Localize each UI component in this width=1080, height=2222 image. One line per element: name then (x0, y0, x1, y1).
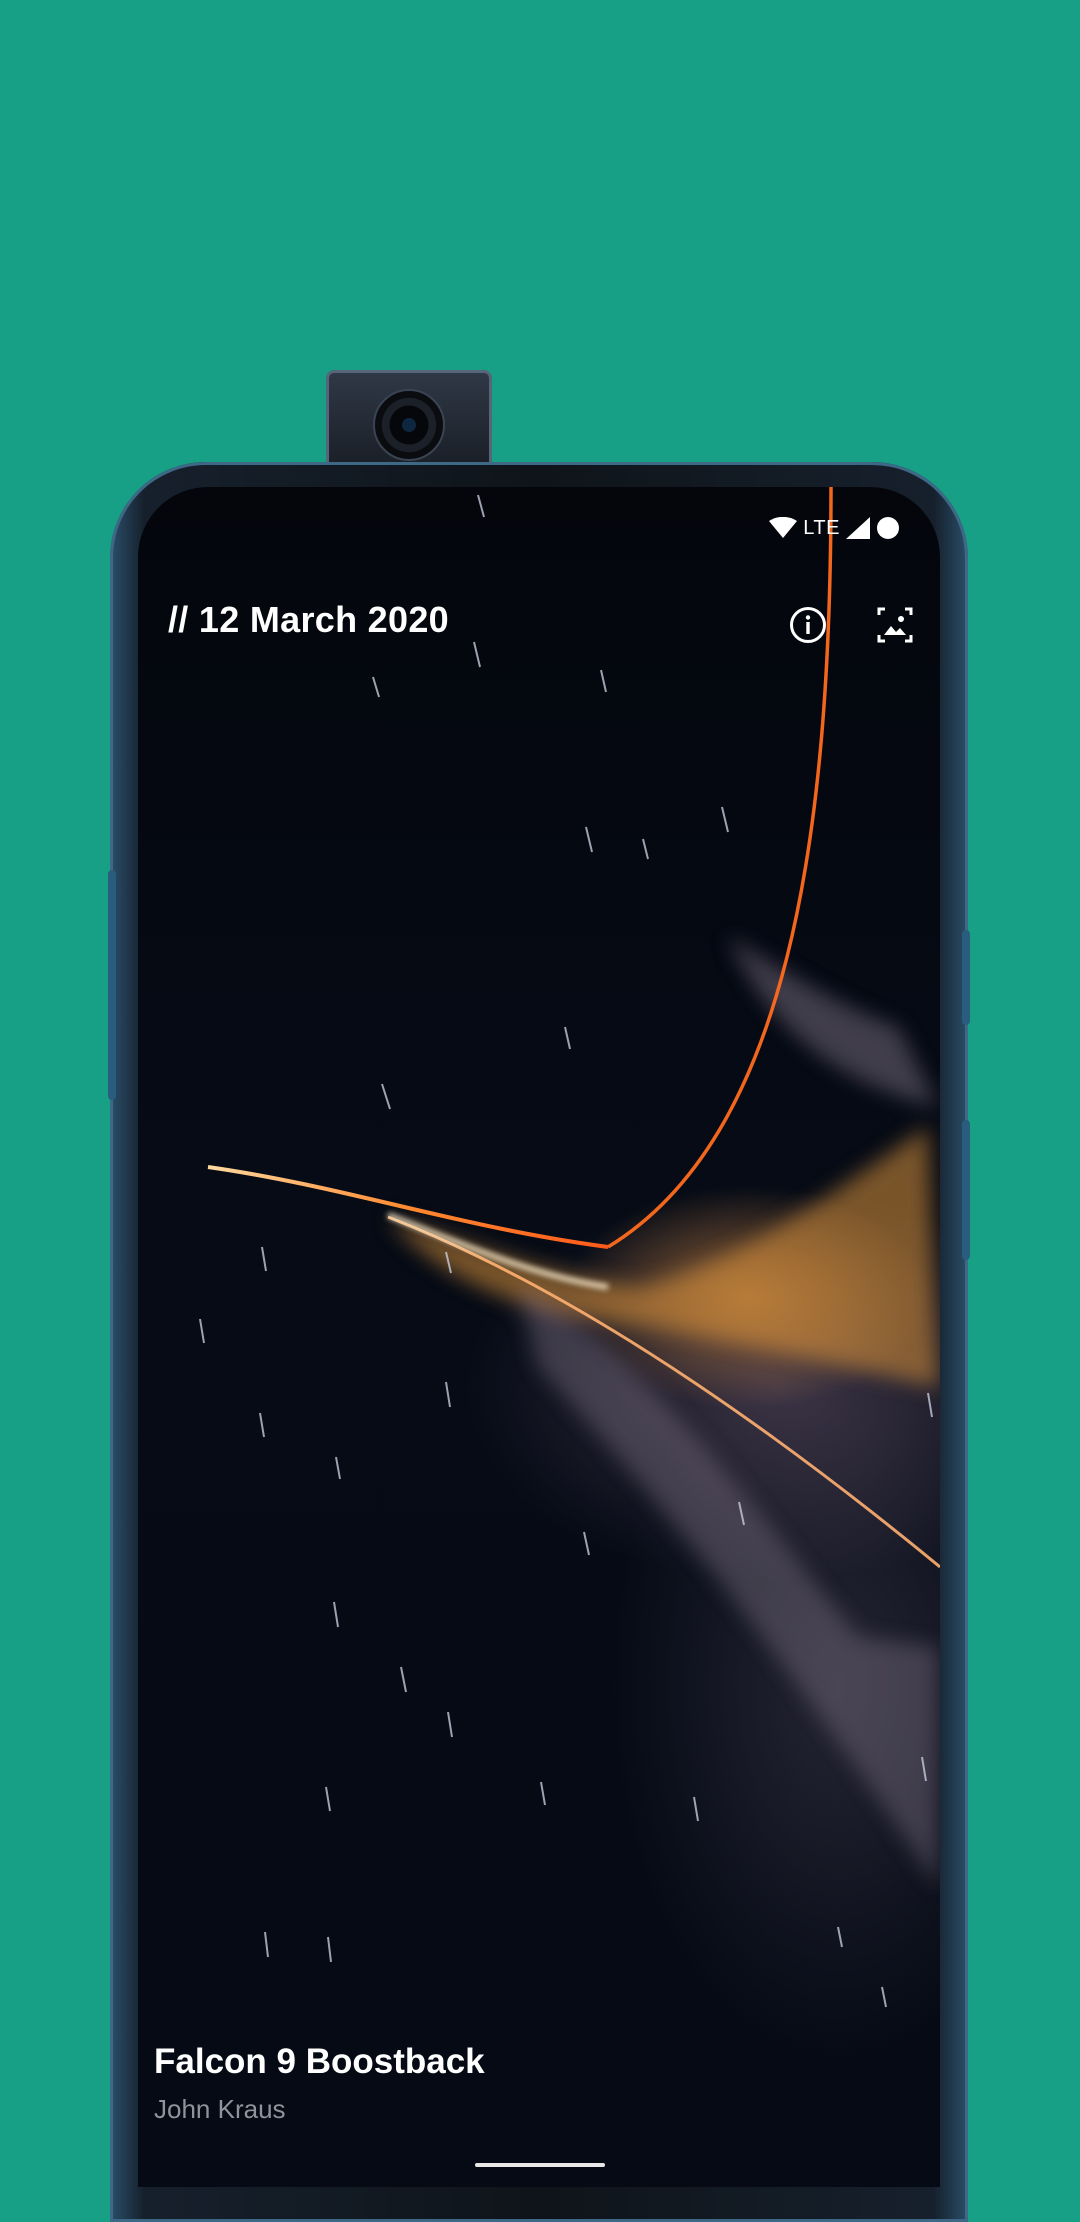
exhaust-plume (388, 937, 938, 1887)
date-title: // 12 March 2020 (168, 599, 449, 640)
network-type-label: LTE (803, 516, 840, 539)
side-button (962, 1120, 970, 1260)
phone-screen: LTE // 12 March 2020 Falcon 9 Boostback … (138, 487, 940, 2187)
home-indicator[interactable] (475, 2163, 605, 2167)
set-wallpaper-icon (877, 607, 913, 643)
info-button[interactable] (778, 595, 838, 655)
wallpaper-image (199, 487, 940, 2008)
volume-button (108, 870, 116, 1100)
status-bar: LTE (769, 513, 900, 543)
camera-lens (373, 389, 445, 461)
wallpaper-caption: Falcon 9 Boostback John Kraus (154, 2042, 485, 2125)
wallpaper-title: Falcon 9 Boostback (154, 2042, 485, 2081)
set-wallpaper-button[interactable] (865, 595, 925, 655)
info-icon (790, 607, 826, 643)
app-bar: // 12 March 2020 (138, 587, 940, 667)
wifi-icon (769, 517, 798, 538)
signal-icon (846, 517, 870, 539)
wallpaper-author: John Kraus (154, 2094, 286, 2124)
power-button (962, 930, 970, 1025)
popup-camera (326, 370, 492, 466)
battery-icon (877, 517, 899, 539)
